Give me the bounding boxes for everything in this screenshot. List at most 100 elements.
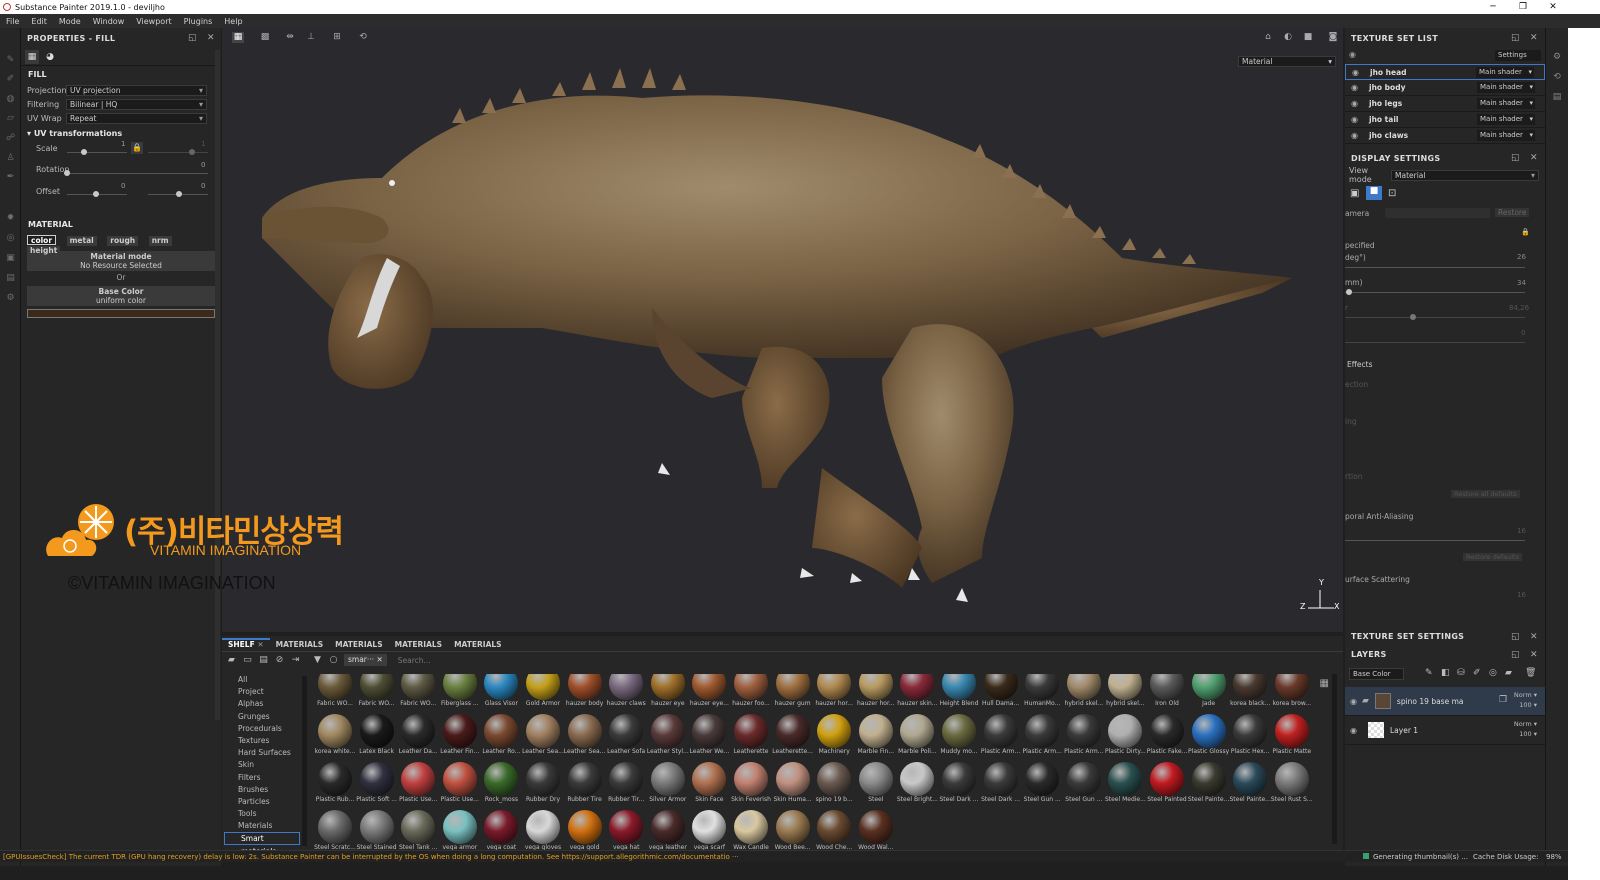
menu-viewport[interactable]: Viewport [136, 17, 171, 26]
material-tile[interactable]: Plastic Soft ... [356, 758, 398, 806]
material-tile[interactable]: Steel Gun ... [1021, 758, 1063, 806]
channel-height-chip[interactable]: height [27, 246, 61, 256]
grid-view-icon[interactable]: ▦ [1320, 678, 1329, 689]
material-tile[interactable]: Fabric WO... [314, 674, 356, 710]
filter-icon[interactable]: ▼ [312, 655, 323, 665]
material-tile[interactable]: Plastic Use... [439, 758, 481, 806]
shelf-category-alphas[interactable]: Alphas [222, 698, 302, 710]
float-panel-icon[interactable]: ◱ [1511, 33, 1520, 43]
material-tile[interactable]: Steel Painted [1146, 758, 1188, 806]
material-tile[interactable]: hauzer eye [647, 674, 689, 710]
material-tile[interactable]: hauzer hor... [855, 674, 897, 710]
material-tile[interactable]: Gold Armor [522, 674, 564, 710]
rotation-slider[interactable] [67, 173, 208, 174]
material-tile[interactable]: Leatherette [730, 710, 772, 758]
material-tile[interactable]: Leather Da... [397, 710, 439, 758]
offset-v-knob[interactable] [176, 191, 183, 197]
delete-icon[interactable]: ▤ [258, 655, 269, 665]
material-tile[interactable]: Steel Rust S... [1271, 758, 1313, 806]
add-paint-layer-icon[interactable]: ✐ [1473, 668, 1481, 678]
material-tile[interactable]: vega hat [605, 806, 647, 850]
shelf-category-textures[interactable]: Textures [222, 735, 302, 747]
material-tile[interactable]: Skin Feverish [730, 758, 772, 806]
shelf-category-grunges[interactable]: Grunges [222, 711, 302, 723]
focus-distance-knob[interactable] [1410, 314, 1417, 320]
texture-set-settings-icon[interactable]: ⚙ [1551, 52, 1563, 63]
shelf-category-procedurals[interactable]: Procedurals [222, 723, 302, 735]
restore-defaults-button[interactable]: Restore defaults [1463, 553, 1522, 561]
settings-dropdown[interactable]: Settings [1495, 50, 1541, 61]
texture-set-item[interactable]: ◉ jho claws Main shader [1345, 128, 1545, 144]
add-mask-icon[interactable]: ◧ [1441, 668, 1450, 678]
texture-set-item[interactable]: ◉ jho body Main shader [1345, 80, 1545, 96]
material-tile[interactable]: Fiberglass ... [439, 674, 481, 710]
menu-file[interactable]: File [6, 17, 19, 26]
shelf-category-materials[interactable]: Materials [222, 820, 302, 832]
material-tile[interactable]: Rubber Tir... [605, 758, 647, 806]
material-tile[interactable]: vega armor [439, 806, 481, 850]
base-color-swatch[interactable] [27, 309, 215, 318]
shelf-search-input[interactable]: Search... [398, 656, 431, 665]
material-tile[interactable]: Plastic Matte [1271, 710, 1313, 758]
material-tile[interactable]: Wood Bee... [772, 806, 814, 850]
material-tile[interactable]: Steel Bright... [896, 758, 938, 806]
focal-slider[interactable] [1345, 292, 1525, 293]
layer-blend-opacity[interactable]: Norm ▾ 100 ▾ [1514, 719, 1537, 739]
material-tile[interactable]: Steel Painte... [1229, 758, 1271, 806]
eye-icon[interactable]: ◉ [1349, 50, 1356, 59]
material-tile[interactable]: vega gold [564, 806, 606, 850]
material-tile[interactable]: Steel Dark ... [938, 758, 980, 806]
lock-icon[interactable]: 🔒 [131, 142, 143, 154]
color-picker-icon[interactable]: ✒ [5, 173, 16, 182]
channel-color-chip[interactable]: color [27, 235, 57, 245]
material-tile[interactable]: Glass Visor [480, 674, 522, 710]
material-tile[interactable]: Marble Poli... [896, 710, 938, 758]
add-fill-icon[interactable]: ⛁ [1457, 668, 1465, 678]
texture-set-item[interactable]: ◉ jho head Main shader [1345, 64, 1545, 80]
close-panel-icon[interactable]: ✕ [1530, 153, 1538, 163]
shelf-category-project[interactable]: Project [222, 686, 302, 698]
projection-icon[interactable]: ◍ [5, 95, 16, 104]
visibility-eye-icon[interactable]: ◉ [1351, 131, 1361, 140]
menu-plugins[interactable]: Plugins [184, 17, 213, 26]
shader-dropdown[interactable]: Main shader [1476, 66, 1534, 78]
delete-layer-icon[interactable]: 🗑 [1525, 668, 1536, 678]
material-tile[interactable]: hybrid skel... [1063, 674, 1105, 710]
close-panel-icon[interactable]: ✕ [1530, 650, 1538, 660]
new-shelf-icon[interactable]: ▭ [242, 655, 253, 665]
environment-settings-icon[interactable]: ▣ [1350, 188, 1359, 199]
menu-mode[interactable]: Mode [59, 17, 81, 26]
material-tile[interactable]: Leather Sea... [522, 710, 564, 758]
remove-filter-icon[interactable]: ✕ [376, 655, 382, 664]
restore-all-defaults-button[interactable]: Restore all defaults [1451, 490, 1520, 498]
shelf-category-hard-surfaces[interactable]: Hard Surfaces [222, 747, 302, 759]
layer-channel-dropdown[interactable]: Base Color [1349, 668, 1404, 680]
material-tile[interactable]: Plastic Hex... [1229, 710, 1271, 758]
material-tile[interactable]: Leather Sea... [564, 710, 606, 758]
shader-dropdown[interactable]: Main shader [1477, 114, 1535, 125]
material-tile[interactable]: Plastic Rub... [314, 758, 356, 806]
material-tile[interactable]: Skin Huma... [772, 758, 814, 806]
close-panel-icon[interactable]: ✕ [1530, 33, 1538, 43]
filter-tag[interactable]: smar··· ✕ [344, 654, 387, 666]
float-panel-icon[interactable]: ◱ [1511, 650, 1520, 660]
channel-metal-chip[interactable]: metal [66, 236, 97, 246]
folder-icon[interactable]: ▰ [1362, 696, 1369, 706]
visibility-eye-icon[interactable]: ◉ [1351, 83, 1361, 92]
layer-row[interactable]: ◉ ▰ spino 19 base ma ❐ Norm ▾ 100 ▾ [1345, 687, 1545, 716]
filter-circle-icon[interactable]: ○ [328, 655, 339, 665]
layer-opacity[interactable]: 100 [1519, 730, 1531, 738]
eraser-icon[interactable]: ✐ [5, 75, 16, 84]
camera-lock-icon[interactable]: 🔒 [1521, 228, 1530, 236]
menu-window[interactable]: Window [93, 17, 125, 26]
fill-properties-tab-icon[interactable]: ▦ [25, 49, 39, 64]
material-tile[interactable]: Jade [1188, 674, 1230, 710]
layer-visibility-eye-icon[interactable]: ◉ [1350, 697, 1360, 706]
shelf-category-all[interactable]: All [222, 674, 302, 686]
visibility-eye-icon[interactable]: ◉ [1352, 68, 1362, 77]
texture-set-item[interactable]: ◉ jho legs Main shader [1345, 96, 1545, 112]
material-tile[interactable]: Fabric WO... [356, 674, 398, 710]
bake-icon[interactable]: ✹ [5, 214, 16, 223]
material-tile[interactable]: hauzer hor... [813, 674, 855, 710]
tab-shelf[interactable]: SHELF ✕ [222, 638, 270, 651]
